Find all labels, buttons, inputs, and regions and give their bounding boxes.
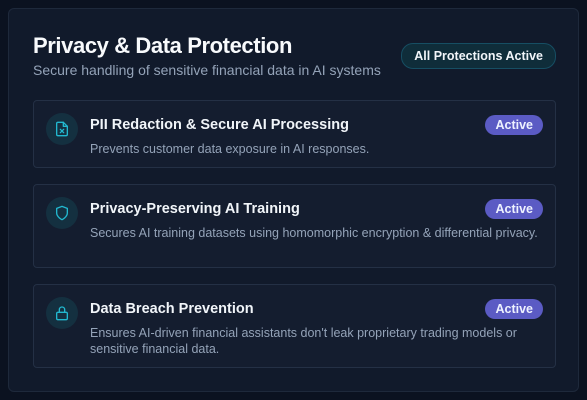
active-badge: Active xyxy=(485,115,543,135)
active-badge: Active xyxy=(485,299,543,319)
card-description: Prevents customer data exposure in AI re… xyxy=(90,142,370,156)
card-title: Data Breach Prevention xyxy=(90,301,254,317)
lock-icon xyxy=(46,297,78,329)
card-description: Secures AI training datasets using homom… xyxy=(90,226,538,240)
protection-card-pii-redaction[interactable]: PII Redaction & Secure AI Processing Pre… xyxy=(33,100,556,168)
privacy-panel: Privacy & Data Protection Secure handlin… xyxy=(8,8,579,392)
card-title: PII Redaction & Secure AI Processing xyxy=(90,117,349,133)
card-title: Privacy-Preserving AI Training xyxy=(90,201,300,217)
shield-icon xyxy=(46,197,78,229)
active-badge: Active xyxy=(485,199,543,219)
protection-card-breach-prevention[interactable]: Data Breach Prevention Ensures AI-driven… xyxy=(33,284,556,368)
file-x-icon xyxy=(46,113,78,145)
protections-status-badge: All Protections Active xyxy=(401,43,556,69)
panel-header: Privacy & Data Protection Secure handlin… xyxy=(33,33,556,79)
protection-card-privacy-training[interactable]: Privacy-Preserving AI Training Secures A… xyxy=(33,184,556,268)
card-description: Ensures AI-driven financial assistants d… xyxy=(90,326,517,356)
